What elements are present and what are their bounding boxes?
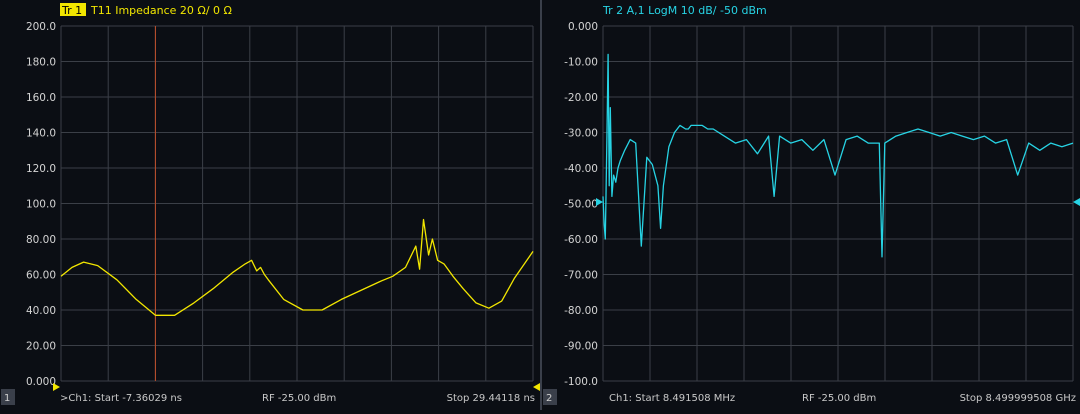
footer-start[interactable]: Ch1: Start 8.491508 MHz — [609, 393, 735, 404]
y-tick-label: -70.00 — [564, 270, 598, 282]
y-tick-label: 0.000 — [26, 376, 56, 388]
y-tick-label: -10.00 — [564, 57, 598, 69]
trace-badge[interactable]: Tr 1 — [61, 4, 82, 17]
y-tick-label: 40.00 — [26, 305, 56, 317]
y-tick-label: 80.00 — [26, 234, 56, 246]
y-tick-label: -90.00 — [564, 341, 598, 353]
y-tick-label: 180.0 — [26, 57, 56, 69]
trace1-chart[interactable]: 200.0 180.0 160.0 140.0 120.0 100.0 80.00 60.00… — [0, 0, 540, 410]
y-tick-label: 140.0 — [26, 128, 56, 140]
y-tick-label: -30.00 — [564, 128, 598, 140]
footer-stop[interactable]: Stop 8.499999508 GHz — [960, 393, 1076, 404]
y-tick-label: 160.0 — [26, 92, 56, 104]
y-tick-label: 120.0 — [26, 163, 56, 175]
channel-index[interactable]: 1 — [4, 393, 10, 404]
y-tick-label: 0.000 — [568, 21, 598, 33]
footer-rf[interactable]: RF -25.00 dBm — [802, 393, 876, 404]
y-tick-label: -50.00 — [564, 199, 598, 211]
trace2-pane[interactable]: 0.000 -10.00 -20.00 -30.00 -40.00 -50.00 -60.0… — [542, 0, 1080, 410]
trace-title[interactable]: Tr 2 A,1 LogM 10 dB/ -50 dBm — [602, 4, 767, 17]
y-tick-label: -60.00 — [564, 234, 598, 246]
footer-start[interactable]: >Ch1: Start -7.36029 ns — [60, 393, 182, 404]
y-tick-label: 200.0 — [26, 21, 56, 33]
y-tick-label: -20.00 — [564, 92, 598, 104]
trace2-chart[interactable]: 0.000 -10.00 -20.00 -30.00 -40.00 -50.00 -60.0… — [542, 0, 1080, 410]
analyzer-screen: 200.0 180.0 160.0 140.0 120.0 100.0 80.00 60.00… — [0, 0, 1080, 410]
y-tick-label: -100.0 — [564, 376, 598, 388]
trace1-pane[interactable]: 200.0 180.0 160.0 140.0 120.0 100.0 80.00 60.00… — [0, 0, 540, 410]
footer-rf[interactable]: RF -25.00 dBm — [262, 393, 336, 404]
trace-title[interactable]: T11 Impedance 20 Ω/ 0 Ω — [90, 4, 232, 17]
channel-index[interactable]: 2 — [546, 393, 552, 404]
y-tick-label: -80.00 — [564, 305, 598, 317]
y-tick-label: 60.00 — [26, 270, 56, 282]
y-tick-label: 100.0 — [26, 199, 56, 211]
footer-stop[interactable]: Stop 29.44118 ns — [447, 393, 535, 404]
y-tick-label: -40.00 — [564, 163, 598, 175]
y-tick-label: 20.00 — [26, 341, 56, 353]
